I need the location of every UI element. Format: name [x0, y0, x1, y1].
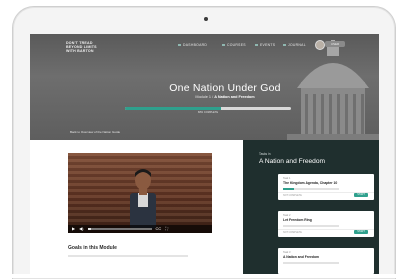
breadcrumb-current: A Nation and Freedom — [214, 95, 255, 99]
camera-dot — [204, 17, 208, 21]
user-menu-button[interactable]: USER — [325, 41, 345, 47]
events-icon — [255, 44, 258, 46]
tasks-sidebar: Tasks in A Nation and Freedom Task 1 The… — [243, 140, 379, 274]
nav-item-dashboard[interactable]: DASHBOARD — [178, 43, 207, 47]
module-progress-label: 68% COMPLETE — [197, 111, 219, 114]
goals-text-line — [68, 255, 188, 257]
nav-item-events[interactable]: EVENTS — [255, 43, 275, 47]
video-controls: ▶ ◀) CC ⛶ — [68, 225, 212, 233]
task-progress-fill — [283, 188, 295, 190]
nav-item-courses[interactable]: COURSES — [222, 43, 246, 47]
nav-item-journal[interactable]: JOURNAL — [283, 43, 306, 47]
video-player[interactable]: ▶ ◀) CC ⛶ — [68, 153, 212, 233]
back-to-overview-link[interactable]: Back to Overview of the Nation Guide — [70, 130, 120, 134]
site-logo[interactable]: DON'T TREAD BEYOND LIMITS WITH BARTON — [66, 41, 98, 54]
nav-item-courses-label: COURSES — [227, 43, 246, 47]
task-progress-bar — [283, 225, 339, 227]
task-status: NOT COMPLETE — [283, 194, 302, 197]
user-avatar[interactable] — [315, 40, 325, 50]
task-number: Task 1 — [283, 177, 291, 180]
sidebar-title: A Nation and Freedom — [259, 158, 325, 165]
tablet-screen: DON'T TREAD BEYOND LIMITS WITH BARTON DA… — [30, 34, 379, 274]
captions-icon[interactable]: CC — [156, 225, 162, 233]
task-name: Let Freedom Ring — [283, 218, 312, 222]
module-progress-fill — [125, 107, 222, 110]
nav-item-journal-label: JOURNAL — [288, 43, 306, 47]
presenter-figure — [130, 169, 156, 229]
task-status: NOT COMPLETE — [283, 231, 302, 234]
task-progress-bar — [283, 188, 339, 190]
courses-icon — [222, 44, 225, 46]
page-edge — [0, 274, 405, 278]
hero-banner: DON'T TREAD BEYOND LIMITS WITH BARTON DA… — [30, 34, 379, 140]
task-start-button[interactable]: START — [354, 230, 368, 234]
journal-icon — [283, 44, 286, 46]
play-icon[interactable]: ▶ — [72, 225, 75, 233]
breadcrumb-module[interactable]: Module 1 — [195, 95, 211, 99]
logo-line-3: WITH BARTON — [66, 49, 94, 54]
module-progress-bar — [125, 107, 291, 110]
fullscreen-icon[interactable]: ⛶ — [165, 225, 168, 233]
dashboard-icon — [178, 44, 181, 46]
task-card[interactable]: Task 2 Let Freedom Ring NOT COMPLETE STA… — [278, 211, 374, 237]
video-scrubber[interactable] — [87, 228, 152, 230]
page-title: One Nation Under God — [169, 82, 281, 94]
sidebar-kicker: Tasks in — [259, 152, 271, 156]
task-name: A Nation and Freedom — [283, 255, 320, 259]
main-content: ▶ ◀) CC ⛶ Goals in this Module — [30, 140, 243, 274]
task-name: The Kingdom Agenda, Chapter 10 — [283, 181, 338, 185]
goals-heading: Goals in this Module — [68, 245, 117, 251]
nav-item-events-label: EVENTS — [260, 43, 276, 47]
volume-icon[interactable]: ◀) — [79, 225, 83, 233]
task-card[interactable]: Task 1 The Kingdom Agenda, Chapter 10 NO… — [278, 174, 374, 200]
task-number: Task 3 — [283, 251, 291, 254]
task-card[interactable]: Task 3 A Nation and Freedom — [278, 248, 374, 274]
nav-item-dashboard-label: DASHBOARD — [183, 43, 208, 47]
task-number: Task 2 — [283, 214, 291, 217]
task-progress-bar — [283, 262, 339, 264]
breadcrumb: Module 1 / A Nation and Freedom — [140, 95, 310, 99]
task-start-button[interactable]: START — [354, 193, 368, 197]
video-scrubber-fill — [87, 228, 92, 230]
breadcrumb-separator: / — [212, 95, 214, 99]
